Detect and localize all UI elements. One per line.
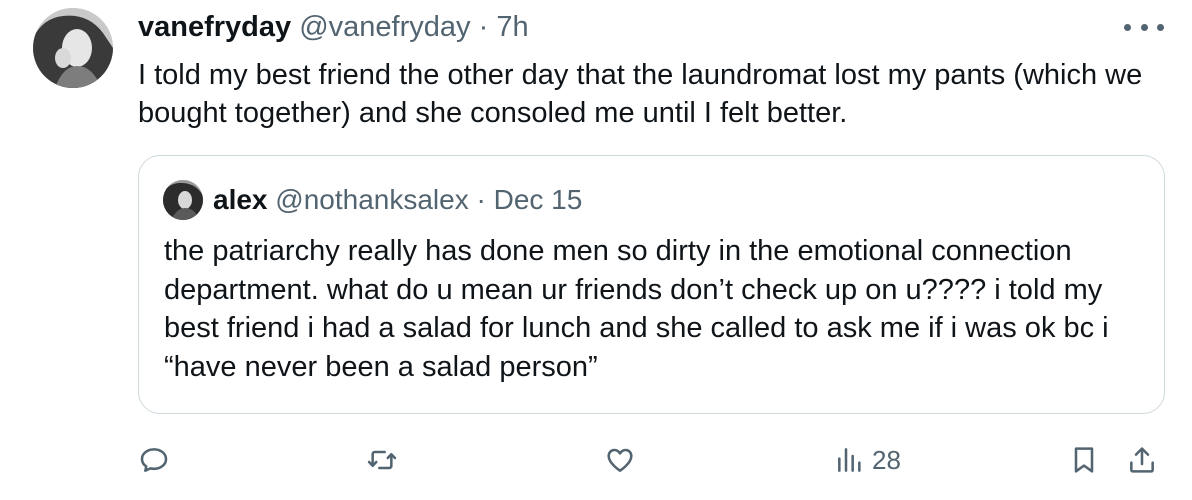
dot-icon bbox=[1157, 23, 1164, 31]
share-icon bbox=[1130, 447, 1154, 473]
quote-avatar[interactable] bbox=[163, 180, 203, 220]
tweet-text: I told my best friend the other day that… bbox=[138, 59, 1143, 129]
tweet-header: vanefryday @vanefryday · 7h bbox=[138, 10, 529, 44]
reply-icon bbox=[140, 448, 168, 472]
quote-header: alex @nothanksalex · Dec 15 bbox=[213, 184, 582, 216]
views-icon bbox=[838, 448, 861, 472]
retweet-button[interactable] bbox=[366, 430, 398, 490]
display-name[interactable]: vanefryday bbox=[138, 11, 291, 43]
avatar[interactable] bbox=[33, 8, 113, 88]
dot-icon bbox=[1140, 23, 1148, 31]
like-icon bbox=[607, 448, 633, 472]
user-handle[interactable]: @vanefryday bbox=[299, 11, 470, 43]
quote-user-handle: @nothanksalex bbox=[275, 184, 469, 215]
quote-text: the patriarchy really has done men so di… bbox=[164, 235, 1109, 383]
quote-timestamp: Dec 15 bbox=[493, 184, 583, 215]
views-count: 28 bbox=[872, 444, 901, 475]
reply-button[interactable] bbox=[138, 430, 170, 490]
share-button[interactable] bbox=[1126, 430, 1158, 490]
views-button[interactable]: 28 bbox=[834, 430, 901, 490]
bookmark-icon bbox=[1074, 447, 1094, 473]
action-bar: 28 bbox=[0, 430, 1192, 490]
quote-separator-dot: · bbox=[476, 184, 486, 215]
separator-dot: · bbox=[478, 11, 489, 43]
timestamp[interactable]: 7h bbox=[496, 11, 528, 43]
bookmark-button[interactable] bbox=[1068, 430, 1100, 490]
quote-tweet-card[interactable]: alex @nothanksalex · Dec 15 the patriarc… bbox=[138, 155, 1165, 414]
more-options-button[interactable] bbox=[1124, 14, 1164, 40]
like-button[interactable] bbox=[604, 430, 636, 490]
quote-display-name: alex bbox=[213, 184, 268, 215]
dot-icon bbox=[1124, 23, 1131, 31]
retweet-icon bbox=[367, 450, 397, 470]
